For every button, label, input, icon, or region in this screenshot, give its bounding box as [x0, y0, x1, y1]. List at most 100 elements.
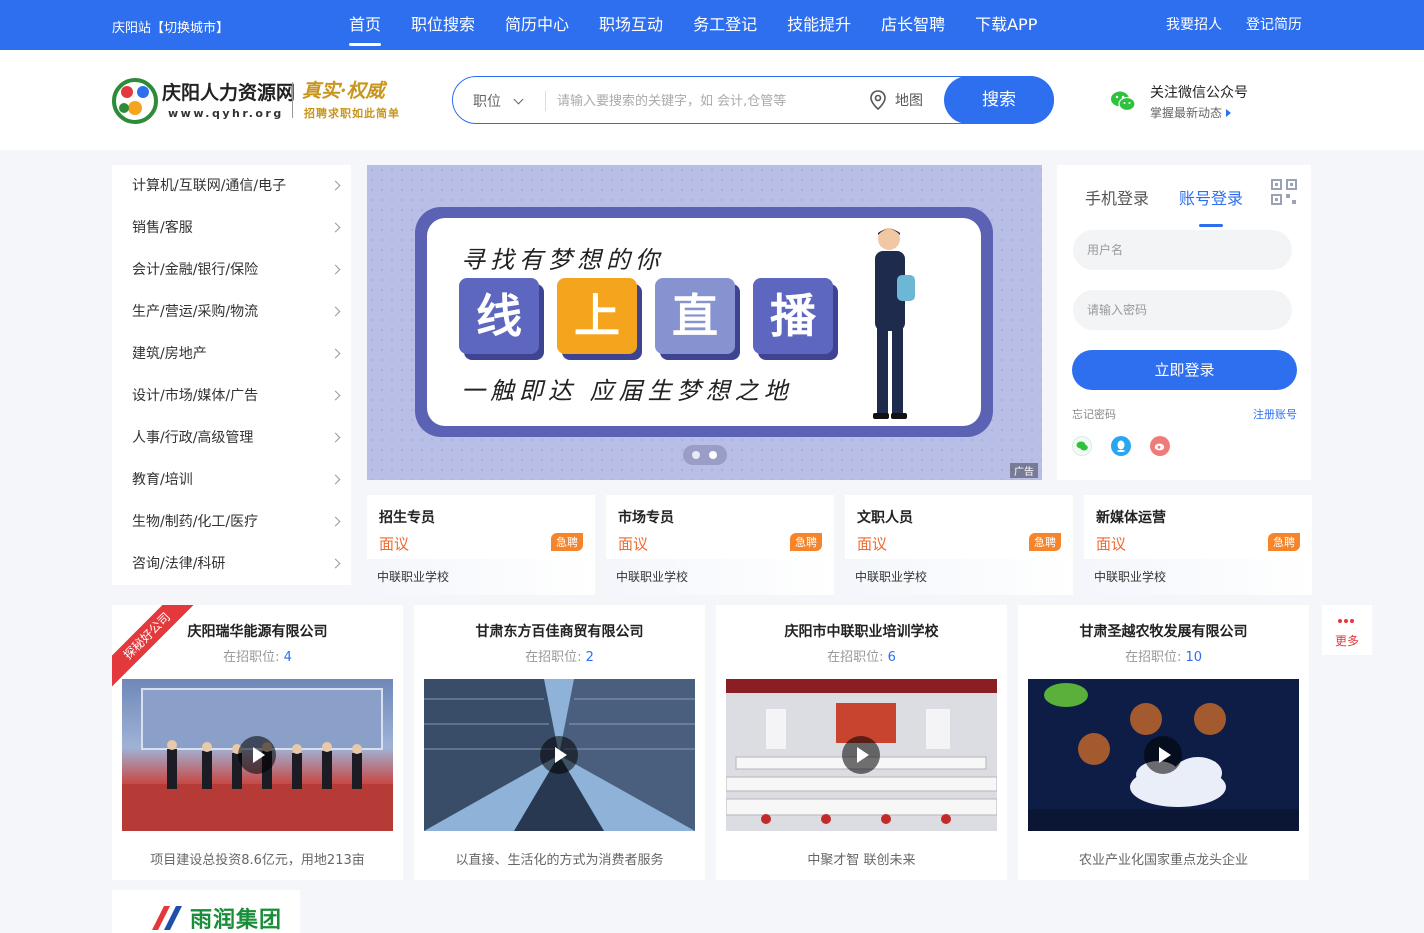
category-item[interactable]: 销售/客服 [112, 207, 351, 249]
job-count: 在招职位: 6 [716, 646, 1007, 665]
more-label: 更多 [1334, 634, 1359, 648]
tab-phone-login[interactable]: 手机登录 [1085, 185, 1149, 209]
company-name: 甘肃东方百佳商贸有限公司 [475, 624, 644, 640]
chevron-right-icon [330, 180, 341, 191]
recruit-link[interactable]: 我要招人 [1166, 0, 1222, 50]
category-item[interactable]: 计算机/互联网/通信/电子 [112, 165, 351, 207]
company-video-thumbnail[interactable] [122, 679, 393, 831]
job-count: 在招职位: 4 [112, 646, 403, 665]
category-item[interactable]: 设计/市场/媒体/广告 [112, 375, 351, 417]
job-card[interactable]: 市场专员 面议 急聘 中联职业学校 [606, 495, 834, 595]
chevron-right-icon [330, 558, 341, 569]
nav-job-search[interactable]: 职位搜索 [411, 0, 475, 50]
brand-logo-card[interactable]: 雨润集团 [112, 890, 300, 933]
password-field[interactable] [1073, 290, 1292, 330]
company-description: 以直接、生活化的方式为消费者服务 [455, 853, 664, 868]
category-item[interactable]: 咨询/法律/科研 [112, 543, 351, 585]
login-button[interactable]: 立即登录 [1072, 350, 1297, 390]
play-icon[interactable] [540, 736, 578, 774]
category-label: 咨询/法律/科研 [132, 556, 226, 572]
logo-divider [292, 82, 293, 118]
brand-logo-mark-icon [152, 906, 182, 930]
job-card[interactable]: 新媒体运营 面议 急聘 中联职业学校 [1084, 495, 1312, 595]
login-panel: 手机登录 账号登录 立即登录 忘记密码 注册账号 [1057, 165, 1311, 480]
search-input[interactable] [557, 89, 857, 113]
chevron-right-icon [330, 264, 341, 275]
search-type-select[interactable]: 职位 [473, 91, 524, 111]
city-switch[interactable]: 庆阳站【切换城市】 [112, 17, 229, 36]
job-card[interactable]: 招生专员 面议 急聘 中联职业学校 [367, 495, 595, 595]
nav-home[interactable]: 首页 [349, 0, 382, 50]
header: 庆阳人力资源网 www.qyhr.org 真实·权威 招聘求职如此简单 职位 地… [0, 50, 1424, 150]
banner-tile: 直 [655, 278, 735, 354]
company-card[interactable]: 甘肃圣越农牧发展有限公司 在招职位: 10 农业产业化国家重点龙头企业 [1018, 605, 1309, 880]
category-item[interactable]: 教育/培训 [112, 459, 351, 501]
nav-manager-recruit[interactable]: 店长智聘 [881, 0, 945, 50]
chevron-right-icon [330, 348, 341, 359]
company-card[interactable]: 探秘好公司 庆阳瑞华能源有限公司 在招职位: 4 项目建设总投资8.6亿元，用地… [112, 605, 403, 880]
chevron-right-icon [330, 222, 341, 233]
pager-dot[interactable] [692, 451, 700, 459]
nav-resume-center[interactable]: 简历中心 [505, 0, 569, 50]
register-link[interactable]: 注册账号 [1253, 406, 1297, 422]
nav-worker-registration[interactable]: 务工登记 [693, 0, 757, 50]
company-card[interactable]: 甘肃东方百佳商贸有限公司 在招职位: 2 以直接、生活化的方式为消费者服务 [414, 605, 705, 880]
job-title: 市场专员 [618, 510, 674, 526]
map-search-button[interactable]: 地图 [869, 90, 923, 110]
more-companies-button[interactable]: 更多 [1322, 605, 1372, 655]
carousel-pager[interactable] [683, 445, 727, 465]
top-right-links: 我要招人 登记简历 [1142, 0, 1302, 50]
category-item[interactable]: 会计/金融/银行/保险 [112, 249, 351, 291]
nav-workplace-interaction[interactable]: 职场互动 [599, 0, 663, 50]
play-icon[interactable] [1144, 736, 1182, 774]
urgent-badge: 急聘 [1268, 533, 1300, 551]
login-tabs: 手机登录 账号登录 [1085, 185, 1273, 227]
main-nav: 首页 职位搜索 简历中心 职场互动 务工登记 技能提升 店长智聘 下载APP [349, 0, 1067, 50]
job-count: 在招职位: 10 [1018, 646, 1309, 665]
logo-mark-icon [112, 78, 158, 124]
urgent-badge: 急聘 [790, 533, 822, 551]
company-video-thumbnail[interactable] [1028, 679, 1299, 831]
category-item[interactable]: 建筑/房地产 [112, 333, 351, 375]
tab-account-login[interactable]: 账号登录 [1179, 185, 1243, 227]
banner-tile: 线 [459, 278, 539, 354]
qr-code-icon[interactable] [1271, 179, 1297, 205]
job-count-value: 4 [283, 650, 292, 665]
job-count-value: 10 [1185, 650, 1203, 665]
wechat-icon [1111, 91, 1136, 112]
pager-dot-active[interactable] [709, 451, 717, 459]
nav-download-app[interactable]: 下载APP [975, 0, 1037, 50]
map-label: 地图 [895, 93, 923, 109]
category-item[interactable]: 生产/营运/采购/物流 [112, 291, 351, 333]
search-button[interactable]: 搜索 [944, 76, 1054, 124]
play-icon[interactable] [842, 736, 880, 774]
chevron-right-icon [330, 306, 341, 317]
banner-person-illustration [873, 228, 915, 419]
qq-login-icon[interactable] [1111, 436, 1131, 456]
search-bar: 职位 地图 搜索 [452, 76, 1054, 124]
site-logo[interactable]: 庆阳人力资源网 www.qyhr.org 真实·权威 招聘求职如此简单 [112, 76, 412, 126]
banner-carousel[interactable]: 寻找有梦想的你 线 上 直 播 一触即达 应届生梦想之地 广告 [367, 165, 1042, 480]
wechat-title: 关注微信公众号 [1150, 85, 1248, 101]
logo-slogan-sub: 招聘求职如此简单 [304, 107, 400, 120]
job-card[interactable]: 文职人员 面议 急聘 中联职业学校 [845, 495, 1073, 595]
nav-skill-improvement[interactable]: 技能提升 [787, 0, 851, 50]
username-field[interactable] [1073, 230, 1292, 270]
category-item[interactable]: 人事/行政/高级管理 [112, 417, 351, 459]
company-description: 中聚才智 联创未来 [807, 853, 916, 868]
banner-subline: 一触即达 应届生梦想之地 [461, 377, 793, 405]
register-resume-link[interactable]: 登记简历 [1246, 0, 1302, 50]
ad-label: 广告 [1010, 463, 1038, 478]
category-item[interactable]: 生物/制药/化工/医疗 [112, 501, 351, 543]
company-card[interactable]: 庆阳市中联职业培训学校 在招职位: 6 中聚才智 联创未来 [716, 605, 1007, 880]
company-video-thumbnail[interactable] [424, 679, 695, 831]
company-video-thumbnail[interactable] [726, 679, 997, 831]
wechat-login-icon[interactable] [1072, 436, 1092, 456]
chevron-right-icon [330, 432, 341, 443]
weibo-login-icon[interactable] [1150, 436, 1170, 456]
job-title: 招生专员 [379, 510, 435, 526]
play-icon[interactable] [238, 736, 276, 774]
banner-tile: 上 [557, 278, 637, 354]
forgot-password-link[interactable]: 忘记密码 [1072, 406, 1116, 422]
banner-tile: 播 [753, 278, 833, 354]
